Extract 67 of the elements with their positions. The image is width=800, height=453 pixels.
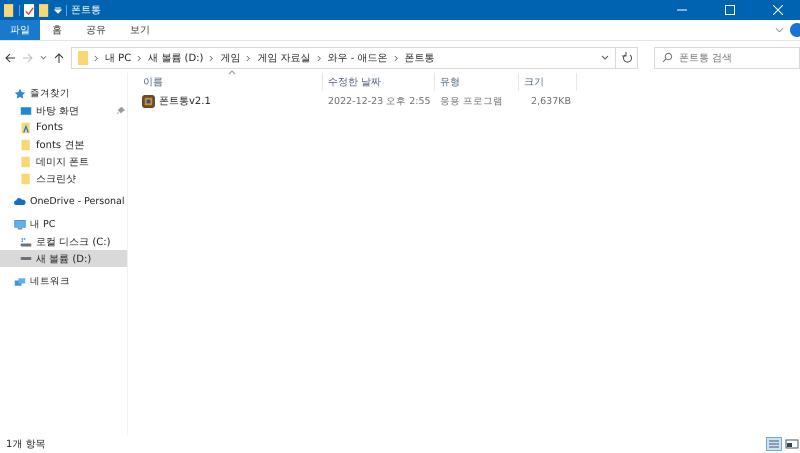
folder-icon [78, 51, 88, 65]
nav-item[interactable]: 바탕 화면 [0, 102, 127, 119]
breadcrumb[interactable]: 게임 [220, 51, 240, 65]
properties-icon[interactable] [24, 4, 35, 16]
font-folder-icon [20, 122, 32, 134]
refresh-icon [620, 52, 632, 64]
nav-item[interactable]: 스크린샷 [0, 170, 127, 187]
modified-date: 2022-12-23 오후 2:55 [328, 94, 431, 108]
chevron-icon[interactable] [246, 54, 252, 62]
window-title: 폰트통 [71, 4, 101, 17]
minimize-icon [677, 9, 687, 11]
folder-icon[interactable] [4, 4, 15, 16]
details-view-icon[interactable] [766, 437, 782, 451]
cloud-icon [14, 196, 26, 208]
computer-icon [14, 218, 26, 230]
app-icon [142, 94, 155, 108]
nav-item[interactable]: 즐겨찾기 [0, 85, 127, 102]
column-header[interactable]: 크기 [524, 75, 544, 89]
up-icon[interactable] [53, 52, 65, 64]
back-icon[interactable] [4, 52, 16, 64]
nav-item[interactable]: Fonts [0, 119, 127, 136]
chevron-icon[interactable] [94, 54, 99, 62]
new-folder-icon[interactable] [39, 4, 50, 16]
column-header[interactable]: 유형 [440, 75, 460, 89]
chevron-icon[interactable] [209, 54, 214, 62]
nav-item[interactable]: fonts 견본 [0, 136, 127, 153]
chevron-icon[interactable] [137, 54, 142, 62]
large-icons-view-icon[interactable] [784, 437, 800, 451]
breadcrumb[interactable]: 내 PC [105, 51, 132, 65]
dropdown-icon[interactable] [601, 55, 609, 61]
chevron-icon[interactable] [394, 54, 399, 62]
nav-item[interactable]: 내 PC [0, 216, 127, 233]
breadcrumb[interactable]: 게임 자료실 [257, 51, 311, 65]
search-icon [662, 52, 673, 63]
pin-icon [117, 106, 125, 114]
nav-item[interactable]: 새 볼륨 (D:) [0, 250, 127, 267]
folder-icon [20, 156, 32, 168]
refresh-button[interactable] [616, 47, 638, 69]
search-field[interactable]: 폰트통 검색 [654, 47, 800, 69]
desktop-icon [20, 104, 32, 116]
close-icon [773, 5, 783, 15]
nav-item[interactable]: OneDrive - Personal [0, 193, 127, 210]
address-bar[interactable]: 내 PC 새 볼륨 (D:) 게임 게임 자료실 와우 - 애드온 폰트통 [71, 47, 616, 69]
breadcrumb[interactable]: 와우 - 애드온 [328, 51, 388, 65]
network-icon [14, 276, 26, 288]
folder-icon [20, 138, 32, 150]
drive-icon [20, 257, 32, 260]
column-header[interactable]: 수정한 날짜 [328, 75, 382, 89]
drive-icon [20, 236, 32, 248]
expand-ribbon-icon[interactable] [775, 27, 784, 33]
nav-item[interactable]: 네트워크 [0, 273, 127, 290]
ribbon-tab[interactable]: 파일 [0, 20, 40, 40]
sort-icon[interactable] [228, 70, 236, 75]
column-header[interactable]: 이름 [143, 75, 163, 89]
file-type: 응용 프로그램 [440, 94, 504, 108]
star-icon [14, 88, 26, 100]
maximize-icon [725, 5, 735, 15]
file-row[interactable]: 폰트통v2.1 2022-12-23 오후 2:55 응용 프로그램 2,637KB [138, 91, 800, 111]
chevron-icon[interactable] [316, 54, 322, 62]
folder-icon [20, 172, 32, 184]
nav-item[interactable]: 데미지 폰트 [0, 153, 127, 170]
item-count: 1개 항목 [6, 438, 46, 451]
file-size: 2,637KB [531, 96, 571, 106]
nav-item[interactable]: 로컬 디스크 (C:) [0, 233, 127, 250]
breadcrumb[interactable]: 폰트통 [404, 51, 435, 65]
file-name: 폰트통v2.1 [159, 95, 211, 108]
breadcrumb[interactable]: 새 볼륨 (D:) [148, 51, 204, 65]
